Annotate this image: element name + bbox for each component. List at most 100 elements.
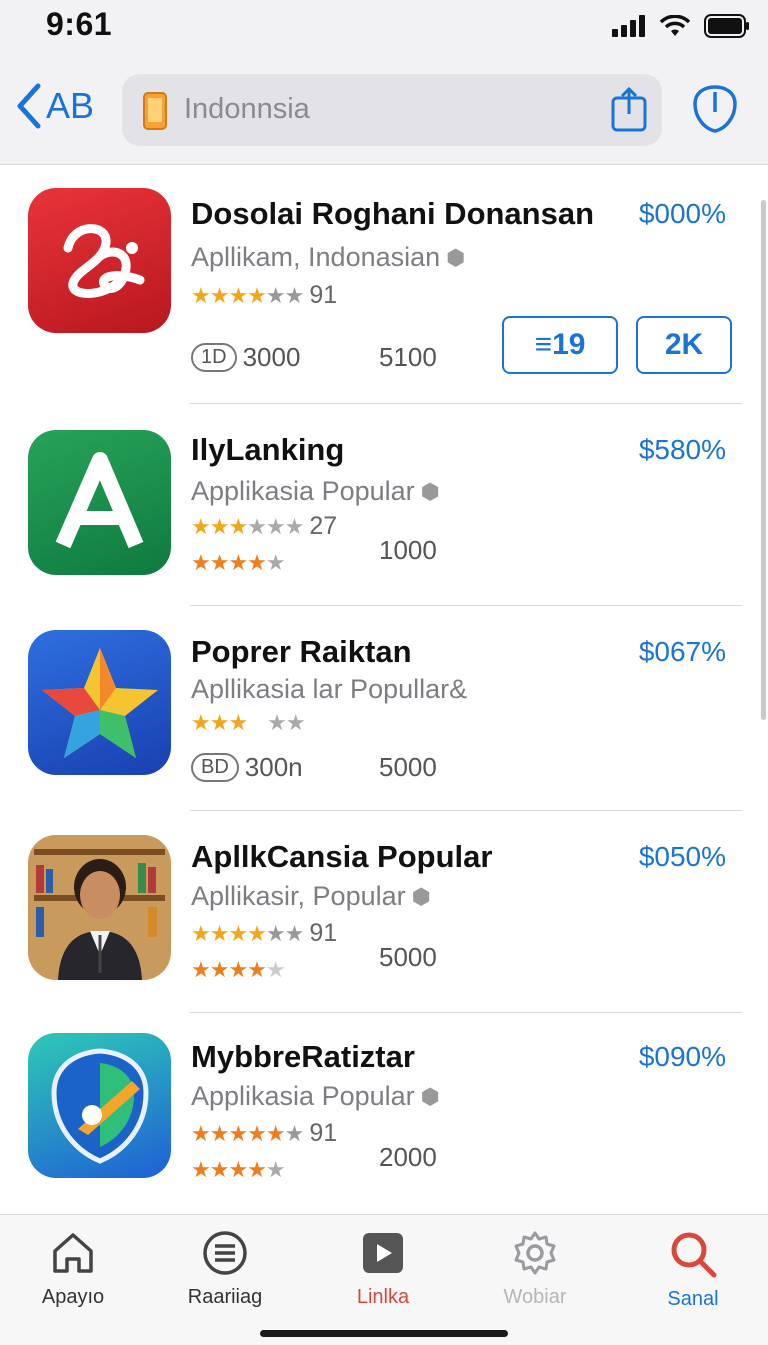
star-icon: ★★ (267, 710, 305, 735)
battery-icon (704, 14, 749, 38)
tab-bar: Apayıo Raariiag Linlka Wobiar Sanal (0, 1214, 768, 1345)
app-subtitle: Applikasia Popular ⬢ (191, 476, 440, 507)
search-field[interactable]: Indonnsia (122, 74, 662, 146)
rating-stars-secondary: ★★★★ ★ (191, 1157, 286, 1183)
meta-value-2: 5100 (379, 342, 437, 372)
tab-label: Linlka (356, 1286, 410, 1308)
share-icon[interactable] (610, 86, 648, 134)
rating-count: 91 (309, 919, 338, 947)
star-icon (28, 630, 171, 775)
star-icon: ★★★ (191, 513, 248, 539)
star-icon: ★★★ (191, 710, 248, 735)
tab-settings[interactable]: Wobiar (470, 1229, 600, 1309)
star-icon: ★★★ (247, 513, 304, 539)
list-icon (203, 1231, 247, 1275)
app-name: Poprer Raiktan (191, 634, 412, 669)
status-time: 9:61 (46, 6, 113, 42)
tab-label: Raariiag (187, 1286, 263, 1308)
action-button-2[interactable]: 2K (636, 316, 732, 374)
cellular-signal-icon (612, 15, 645, 37)
tab-label: Wobiar (503, 1286, 567, 1308)
star-icon: ★★★★★ (191, 1120, 286, 1146)
meta-value-2: 2000 (379, 1141, 437, 1172)
shield-pen-icon (28, 1033, 171, 1178)
tab-list[interactable]: Raariiag (160, 1229, 290, 1309)
rating-stars: ★★★★★★ 91 (191, 1119, 337, 1148)
list-item[interactable]: Dosolai Roghani Donansan $000% Apllikam,… (0, 166, 768, 404)
app-price: $067% (638, 636, 726, 667)
app-subtitle-text: Apllikasia lar Popullar& (191, 674, 468, 704)
shield-icon[interactable] (692, 84, 738, 134)
app-name: IlyLanking (191, 432, 345, 467)
app-badge: 1D (191, 343, 237, 372)
app-meta: 1D 3000 5100 (191, 342, 437, 373)
status-icons (612, 14, 750, 38)
back-label: AB (46, 85, 95, 126)
tab-label: Apayıo (41, 1286, 105, 1308)
tab-home[interactable]: Apayıo (8, 1229, 138, 1309)
meta-value-2: 1000 (379, 534, 437, 565)
phone-icon (143, 92, 167, 130)
rating-stars: ★★★ ★★★ 27 (191, 512, 337, 541)
verified-badge-icon: ⬢ (420, 1083, 440, 1109)
star-icon: ★★★★ (191, 1157, 267, 1182)
chevron-left-icon (17, 83, 41, 129)
scrollbar[interactable] (761, 200, 766, 720)
rating-count: 27 (309, 512, 338, 540)
app-subtitle-text: Apllikam, Indonasian (191, 242, 441, 272)
app-name: ApllkCansia Popular (191, 839, 493, 874)
star-icon: ★★ (265, 282, 304, 308)
meta-value-2: 5000 (379, 752, 437, 782)
app-subtitle-text: Applikasia Popular (191, 476, 415, 506)
list-item[interactable]: Poprer Raiktan $067% Apllikasia lar Popu… (0, 606, 768, 811)
action-button-1[interactable]: ≡19 (502, 316, 618, 374)
person-portrait-icon (28, 835, 171, 980)
app-badge: BD (191, 753, 239, 782)
script-logo-icon (28, 188, 171, 333)
verified-badge-icon: ⬢ (411, 883, 431, 909)
status-bar: 9:61 (0, 0, 768, 56)
letter-a-icon (28, 430, 171, 575)
rating-count: 91 (309, 1119, 338, 1147)
app-subtitle: Apllikam, Indonasian ⬢ (191, 242, 465, 273)
star-icon: ★ (284, 1120, 305, 1146)
rating-stars-secondary: ★★★★ ★ (191, 550, 286, 576)
rating-stars: ★★★★★★ 91 (191, 281, 337, 310)
verified-badge-icon: ⬢ (420, 478, 440, 504)
app-price: $090% (638, 1041, 726, 1072)
star-icon: ★ (265, 957, 286, 982)
list-item[interactable]: MybbreRatiztar $090% Applikasia Popular … (0, 1013, 768, 1213)
rating-stars-secondary: ★★★★ ★ (191, 957, 286, 983)
wifi-icon (660, 15, 690, 36)
app-name: MybbreRatiztar (191, 1039, 415, 1074)
home-indicator[interactable] (260, 1330, 508, 1337)
star-icon: ★★★★ (191, 957, 267, 982)
star-icon: ★★★★ (191, 550, 267, 575)
gear-icon (514, 1231, 556, 1275)
meta-value-2: 5000 (379, 941, 437, 972)
star-icon: ★★ (265, 920, 304, 946)
back-button[interactable]: AB (14, 82, 94, 130)
app-subtitle-text: Apllikasir, Popular (191, 881, 406, 911)
app-name: Dosolai Roghani Donansan (191, 196, 595, 231)
list-item[interactable]: ApllkCansia Popular $050% Apllikasir, Po… (0, 811, 768, 1013)
home-icon (53, 1233, 93, 1273)
star-icon: ★ (265, 550, 286, 575)
star-icon: ★★★★ (191, 282, 267, 308)
search-input[interactable]: Indonnsia (184, 93, 310, 126)
rating-stars: ★★★ ★★ (191, 710, 306, 736)
tab-links[interactable]: Linlka (318, 1229, 448, 1309)
app-subtitle-text: Applikasia Popular (191, 1081, 415, 1111)
star-icon: ★★★★ (191, 920, 267, 946)
list-item[interactable]: IlyLanking $580% Applikasia Popular ⬢ ★★… (0, 404, 768, 606)
tab-search[interactable]: Sanal (628, 1229, 758, 1311)
app-subtitle: Apllikasir, Popular ⬢ (191, 881, 431, 912)
meta-value-1: 3000 (242, 342, 301, 372)
app-meta: BD 300n 5000 (191, 752, 437, 783)
meta-value-1: 300n (244, 752, 303, 782)
play-icon (363, 1233, 403, 1273)
tab-label: Sanal (667, 1288, 719, 1310)
app-subtitle: Applikasia Popular ⬢ (191, 1081, 440, 1112)
rating-count: 91 (309, 281, 338, 309)
star-icon: ★ (265, 1157, 286, 1182)
